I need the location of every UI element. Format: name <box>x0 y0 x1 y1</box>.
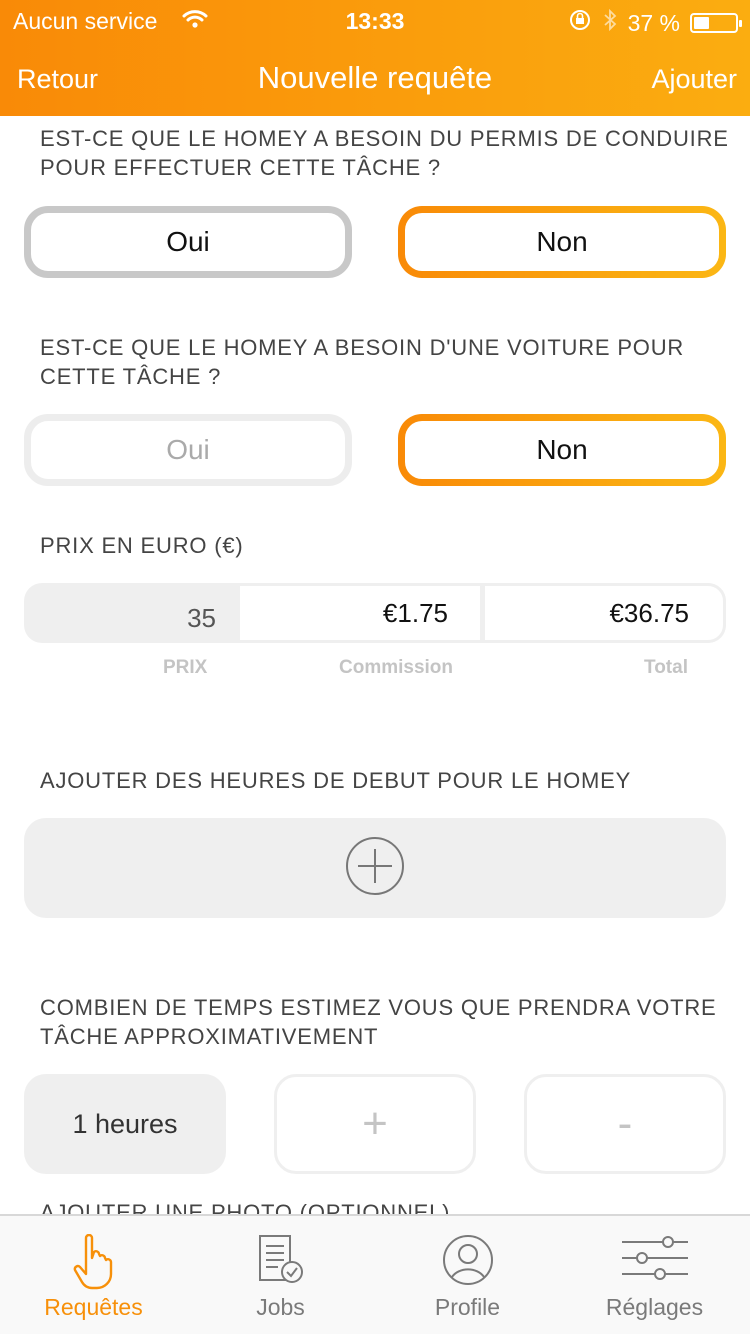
prix-caption: PRIX <box>163 657 208 678</box>
battery-percent: 37 % <box>627 9 680 36</box>
battery-icon <box>690 13 742 33</box>
user-circle-icon <box>442 1234 494 1291</box>
nav-bar: Retour Nouvelle requête Ajouter <box>0 58 750 102</box>
hand-pointer-icon <box>72 1233 116 1295</box>
permis-non-button[interactable]: Non <box>398 206 726 278</box>
prix-input[interactable]: 35 <box>24 583 240 643</box>
status-bar: Aucun service 13:33 37 % <box>0 6 750 36</box>
tab-jobs[interactable]: Jobs <box>187 1216 374 1334</box>
commission-caption: Commission <box>339 657 454 678</box>
add-button[interactable]: Ajouter <box>651 64 737 95</box>
voiture-oui-button[interactable]: Oui <box>24 414 352 486</box>
permis-oui-button[interactable]: Oui <box>24 206 352 278</box>
header: Aucun service 13:33 37 % Retour Nouvelle… <box>0 0 750 116</box>
bluetooth-icon <box>602 8 618 38</box>
voiture-question-label: EST-CE QUE LE HOMEY A BESOIN D'UNE VOITU… <box>40 335 685 389</box>
rotation-lock-icon <box>568 8 592 38</box>
permis-question-label: EST-CE QUE LE HOMEY A BESOIN DU PERMIS D… <box>40 126 729 180</box>
plus-circle-icon <box>345 836 405 901</box>
duration-value: 1 heures <box>24 1074 226 1174</box>
duration-minus-button[interactable]: - <box>524 1074 726 1174</box>
duration-plus-button[interactable]: + <box>274 1074 476 1174</box>
total-caption: Total <box>644 657 688 678</box>
tab-requetes[interactable]: Requêtes <box>0 1216 187 1334</box>
page-title: Nouvelle requête <box>257 60 493 95</box>
tab-bar: Requêtes Jobs Profile Réglages <box>0 1214 750 1334</box>
tab-label: Jobs <box>256 1294 305 1320</box>
photo-label: AJOUTER UNE PHOTO (OPTIONNEL) <box>40 1200 451 1214</box>
tab-profile[interactable]: Profile <box>374 1216 561 1334</box>
tab-label: Profile <box>434 1294 501 1320</box>
total-value: €36.75 <box>482 583 726 643</box>
tab-reglages[interactable]: Réglages <box>561 1216 748 1334</box>
add-start-hours-button[interactable] <box>24 818 726 918</box>
document-check-icon <box>256 1234 306 1291</box>
duration-question-label: COMBIEN DE TEMPS ESTIMEZ VOUS QUE PRENDR… <box>40 995 717 1049</box>
tab-label: Réglages <box>605 1294 704 1320</box>
voiture-non-button[interactable]: Non <box>398 414 726 486</box>
commission-value: €1.75 <box>240 583 480 643</box>
price-row: 35 €1.75 €36.75 <box>24 583 726 643</box>
start-hours-label: AJOUTER DES HEURES DE DEBUT POUR LE HOME… <box>40 768 632 793</box>
price-label: PRIX EN EURO (€) <box>40 533 244 558</box>
tab-label: Requêtes <box>44 1294 143 1320</box>
sliders-icon <box>620 1234 690 1289</box>
